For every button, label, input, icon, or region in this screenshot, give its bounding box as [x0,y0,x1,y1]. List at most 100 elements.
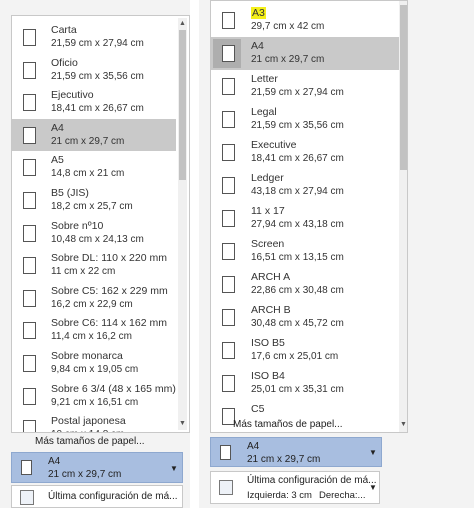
paper-size-item[interactable]: ARCH A 22,86 cm x 30,48 cm [211,268,399,301]
highlight-mark: A3 [251,7,266,19]
paper-size-item[interactable]: Ledger 43,18 cm x 27,94 cm [211,169,399,202]
paper-size-dims: 10,48 cm x 24,13 cm [51,233,144,245]
paper-size-dims: 30,48 cm x 45,72 cm [251,318,344,329]
paper-size-name: Screen [251,238,285,250]
right-margins-preset[interactable]: Última configuración de má... Izquierda:… [210,471,380,504]
page-icon [222,78,235,95]
paper-size-item[interactable]: A5 14,8 cm x 21 cm [12,151,176,184]
paper-size-name: Letter [251,73,278,85]
paper-size-name: Sobre 6 3/4 (48 x 165 mm) [51,382,176,395]
scroll-down-arrow-icon[interactable]: ▼ [178,420,187,428]
paper-size-item[interactable]: A3 29,7 cm x 42 cm [211,4,399,37]
paper-size-item[interactable]: Letter 21,59 cm x 27,94 cm [211,70,399,103]
paper-size-name: B5 (JIS) [51,187,89,199]
paper-size-item[interactable]: Sobre nº10 10,48 cm x 24,13 cm [12,217,176,250]
dropdown-arrow-icon[interactable]: ▼ [369,448,377,457]
combo-size-dims: 21 cm x 29,7 cm [48,469,122,480]
page-icon [222,144,235,161]
paper-size-name: A4 [51,121,64,134]
dropdown-arrow-icon[interactable]: ▼ [170,464,178,473]
right-paper-size-combo[interactable]: A4 21 cm x 29,7 cm ▼ [210,437,382,467]
left-more-paper-sizes-link[interactable]: Más tamaños de papel... [35,436,145,447]
paper-size-item[interactable]: Legal 21,59 cm x 35,56 cm [211,103,399,136]
paper-size-name: ISO B5 [251,337,285,349]
left-paper-size-combo[interactable]: A4 21 cm x 29,7 cm ▼ [11,452,183,483]
paper-size-item[interactable]: Sobre C6: 114 x 162 mm 11,4 cm x 16,2 cm [12,314,176,347]
page-icon [222,12,235,29]
paper-size-item[interactable]: Screen 16,51 cm x 13,15 cm [211,235,399,268]
paper-size-name: Sobre monarca [51,350,123,362]
paper-size-dims: 21,59 cm x 35,56 cm [251,120,344,131]
paper-size-item[interactable]: ISO B5 17,6 cm x 25,01 cm [211,334,399,367]
page-icon [222,177,235,194]
dropdown-arrow-icon[interactable]: ▼ [369,483,377,492]
paper-size-item[interactable]: ISO B4 25,01 cm x 35,31 cm [211,367,399,400]
paper-size-item[interactable]: Sobre DL: 110 x 220 mm 11 cm x 22 cm [12,249,176,282]
paper-size-dims: 16,2 cm x 22,9 cm [51,298,133,310]
page-icon [23,257,36,275]
margin-right-value: Derecha:... [319,490,366,501]
left-margins-preset[interactable]: Última configuración de má... [11,485,183,508]
paper-size-item[interactable]: Sobre C5: 162 x 229 mm 16,2 cm x 22,9 cm [12,282,176,315]
paper-size-name: ARCH B [251,304,291,316]
paper-size-dims: 21,59 cm x 27,94 cm [51,38,144,49]
paper-size-name: Carta [51,24,77,36]
margin-left-value: Izquierda: 3 cm [247,490,312,501]
paper-size-item[interactable]: 11 x 17 27,94 cm x 43,18 cm [211,202,399,235]
paper-size-item[interactable]: ARCH B 30,48 cm x 45,72 cm [211,301,399,334]
paper-size-dims: 21,59 cm x 27,94 cm [251,87,344,98]
margins-title: Última configuración de má... [247,475,377,486]
right-scroll-thumb[interactable] [400,5,407,170]
paper-size-name: 11 x 17 [251,205,285,217]
paper-size-item[interactable]: Postal japonesa10 cm x 14,8 cm [12,412,176,432]
page-icon [222,309,235,326]
paper-size-dims: 18,41 cm x 26,67 cm [251,153,344,164]
margins-icon [20,490,34,505]
scroll-up-arrow-icon[interactable]: ▲ [178,20,187,28]
paper-size-name: Sobre DL: 110 x 220 mm [51,252,167,265]
right-more-paper-sizes-link[interactable]: Más tamaños de papel... [233,419,343,430]
paper-size-dims: 43,18 cm x 27,94 cm [251,186,344,197]
paper-size-dims: 21,59 cm x 35,56 cm [51,70,144,82]
scroll-down-arrow-icon[interactable]: ▼ [399,421,407,429]
paper-size-name: Sobre C6: 114 x 162 mm [51,317,167,330]
paper-size-dims: 10 cm x 14,8 cm [51,429,124,432]
paper-size-name: Legal [251,106,277,118]
paper-size-dims: 16,51 cm x 13,15 cm [251,252,344,263]
right-scrollbar[interactable]: ▼ [399,1,407,432]
paper-size-item[interactable]: A4 21 cm x 29,7 cm [211,37,399,70]
page-icon [23,192,36,209]
page-icon [222,276,235,293]
paper-size-item[interactable]: A4 21 cm x 29,7 cm [12,118,176,152]
left-scrollbar[interactable]: ▲ ▼ [178,18,187,430]
page-icon [23,159,36,177]
paper-size-name: ISO B4 [251,370,285,382]
page-icon [23,289,36,307]
paper-size-name: A3 [251,7,266,19]
paper-size-dims: 25,01 cm x 35,31 cm [251,384,344,395]
page-icon [23,126,36,144]
left-scroll-thumb[interactable] [179,30,186,180]
paper-size-item[interactable]: Sobre monarca 9,84 cm x 19,05 cm [12,347,176,380]
paper-size-dims: 14,8 cm x 21 cm [51,168,125,180]
paper-size-dims: 21 cm x 29,7 cm [251,54,325,65]
paper-size-item[interactable]: Carta 21,59 cm x 27,94 cm [12,21,176,54]
page-icon [23,61,36,79]
paper-size-item[interactable]: Oficio 21,59 cm x 35,56 cm [12,54,176,87]
paper-size-name: Sobre C5: 162 x 229 mm [51,284,168,297]
page-icon [23,94,36,112]
paper-size-item[interactable]: Sobre 6 3/4 (48 x 165 mm) 9,21 cm x 16,51… [12,380,176,413]
paper-size-dims: 22,86 cm x 30,48 cm [251,285,344,296]
paper-size-dims: 18,41 cm x 26,67 cm [51,103,144,115]
paper-size-dims: 17,6 cm x 25,01 cm [251,351,339,362]
paper-size-name: ARCH A [251,271,291,283]
combo-size-name: A4 [48,456,61,467]
page-icon [220,445,231,460]
paper-size-name: A4 [251,40,264,52]
page-icon [23,420,36,432]
paper-size-item[interactable]: B5 (JIS) 18,2 cm x 25,7 cm [12,184,176,217]
paper-size-item[interactable]: Executive 18,41 cm x 26,67 cm [211,136,399,169]
page-icon [23,322,36,340]
paper-size-item[interactable]: Ejecutivo 18,41 cm x 26,67 cm [12,86,176,119]
paper-size-name: Oficio [51,56,78,69]
